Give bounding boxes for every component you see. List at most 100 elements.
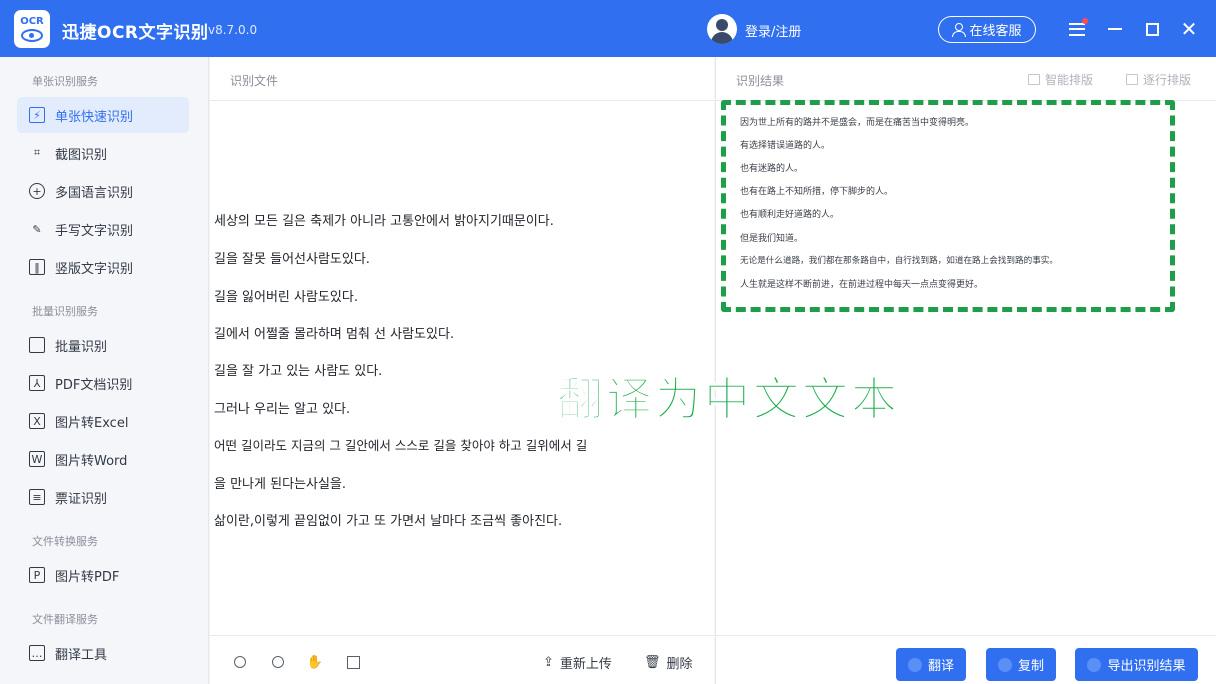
reupload-label: 重新上传 <box>559 657 612 672</box>
pdf-icon: ⅄ <box>29 375 45 391</box>
close-icon[interactable]: ✕ <box>1178 18 1200 40</box>
delete-button[interactable]: 🗑 删除 <box>644 653 693 672</box>
sidebar-item-label: 竖版文字识别 <box>55 261 134 277</box>
result-text-line: 有选择错误道路的人。 <box>740 141 831 151</box>
sidebar-item-batch[interactable]: 批量识别 <box>17 327 189 363</box>
sidebar-item-label: 手写文字识别 <box>55 223 134 239</box>
sidebar-item-label: 翻译工具 <box>55 647 108 663</box>
excel-icon: X <box>29 413 45 429</box>
result-pane-header: 识别结果 智能排版 逐行排版 <box>716 57 1216 101</box>
online-service-label: 在线客服 <box>969 24 1022 39</box>
copy-icon <box>997 657 1012 672</box>
person-icon <box>952 23 967 37</box>
source-text-line: 길을 잘 가고 있는 사람도 있다. <box>214 364 383 379</box>
source-text-line: 그러나 우리는 알고 있다. <box>214 402 351 417</box>
sidebar-item-multilang[interactable]: + 多国语言识别 <box>17 173 189 209</box>
source-text-line: 세상의 모든 길은 축제가 아니라 고통안에서 밝아지기때문이다. <box>214 214 554 229</box>
sidebar-section-translate: 文件翻译服务 <box>32 613 98 626</box>
sidebar-item-to-excel[interactable]: X 图片转Excel <box>17 403 189 439</box>
sidebar-item-to-pdf[interactable]: P 图片转PDF <box>17 557 189 593</box>
export-label: 导出识别结果 <box>1107 659 1186 674</box>
trash-icon: 🗑 <box>644 655 661 670</box>
sidebar-item-label: 图片转Word <box>55 453 128 469</box>
fit-screen-icon[interactable] <box>345 654 361 670</box>
sidebar-item-label: 票证识别 <box>55 491 108 507</box>
translate-icon <box>907 657 922 672</box>
online-service-button[interactable]: 在线客服 <box>938 16 1036 43</box>
source-pane-title: 识别文件 <box>230 74 279 88</box>
lightning-doc-icon: ⚡ <box>29 107 45 123</box>
translate-button[interactable]: 翻译 <box>896 648 966 681</box>
result-toolbar: 翻译 复制 导出识别结果 <box>716 635 1216 684</box>
sidebar-item-label: 单张快速识别 <box>55 109 134 125</box>
typeset-icon <box>1028 74 1040 85</box>
source-text-line: 어떤 길이라도 지금의 그 길안에서 스스로 길을 찾아야 하고 길위에서 길 <box>214 438 588 453</box>
line-typeset-label: 逐行排版 <box>1143 73 1192 87</box>
sidebar-item-to-word[interactable]: W 图片转Word <box>17 441 189 477</box>
source-toolbar: ✋ ⇪ 重新上传 🗑 删除 <box>210 635 714 684</box>
zoom-in-icon[interactable] <box>232 654 248 670</box>
result-text-line: 因为世上所有的路并不是盛会，而是在痛苦当中变得明亮。 <box>740 118 975 128</box>
translate-icon: … <box>29 645 45 661</box>
reupload-button[interactable]: ⇪ 重新上传 <box>543 653 612 672</box>
sidebar-item-handwriting[interactable]: ✎ 手写文字识别 <box>17 211 189 247</box>
sidebar-item-vertical[interactable]: ‖ 竖版文字识别 <box>17 249 189 285</box>
translate-caption: 翻译为中文文本 <box>557 372 900 427</box>
sidebar-item-label: 多国语言识别 <box>55 185 134 201</box>
source-text-line: 삶이란,이렇게 끝임없이 가고 또 가면서 날마다 조금씩 좋아진다. <box>214 514 563 529</box>
menu-icon[interactable] <box>1066 18 1088 40</box>
delete-label: 删除 <box>666 657 693 672</box>
maximize-icon[interactable] <box>1141 18 1163 40</box>
sidebar-item-label: PDF文档识别 <box>55 377 133 393</box>
sidebar-item-translate-tool[interactable]: … 翻译工具 <box>17 635 189 671</box>
word-icon: W <box>29 451 45 467</box>
result-text-line: 人生就是这样不断前进，在前进过程中每天一点点变得更好。 <box>740 280 984 290</box>
sidebar-item-pdf-recognize[interactable]: ⅄ PDF文档识别 <box>17 365 189 401</box>
sidebar-item-label: 截图识别 <box>55 147 108 163</box>
sidebar-section-batch: 批量识别服务 <box>32 305 98 318</box>
smart-typeset-label: 智能排版 <box>1045 73 1094 87</box>
source-text-line: 을 만나게 된다는사실을. <box>214 477 346 492</box>
source-pane-header: 识别文件 <box>210 57 714 101</box>
smart-typeset-button[interactable]: 智能排版 <box>1028 71 1093 88</box>
app-version: v8.7.0.0 <box>208 23 258 37</box>
result-pane-title: 识别结果 <box>736 74 785 88</box>
line-typeset-button[interactable]: 逐行排版 <box>1126 71 1191 88</box>
avatar[interactable] <box>707 14 737 44</box>
hand-icon[interactable]: ✋ <box>307 654 323 670</box>
app-title: 迅捷OCR文字识别 <box>62 23 209 43</box>
sidebar-item-quick-recognize[interactable]: ⚡ 单张快速识别 <box>17 97 189 133</box>
upload-icon: ⇪ <box>543 655 554 670</box>
globe-icon: + <box>29 183 45 199</box>
copy-button[interactable]: 复制 <box>986 648 1056 681</box>
notification-dot <box>1082 18 1088 24</box>
sidebar-item-ticket[interactable]: ≡ 票证识别 <box>17 479 189 515</box>
result-text-line: 也有迷路的人。 <box>740 164 804 174</box>
zoom-out-icon[interactable] <box>270 654 286 670</box>
result-text-line: 也有顺利走好道路的人。 <box>740 210 840 220</box>
export-result-button[interactable]: 导出识别结果 <box>1075 648 1198 681</box>
result-text-line: 但是我们知道。 <box>740 234 804 244</box>
sidebar-item-label: 图片转PDF <box>55 569 120 585</box>
login-link[interactable]: 登录/注册 <box>745 21 801 40</box>
ticket-icon: ≡ <box>29 489 45 505</box>
sidebar-item-screenshot[interactable]: ⌗ 截图识别 <box>17 135 189 171</box>
app-logo-icon: OCR <box>14 10 50 48</box>
sidebar-item-label: 批量识别 <box>55 339 108 355</box>
translate-label: 翻译 <box>927 659 954 674</box>
stack-icon <box>29 337 45 353</box>
sidebar-section-single: 单张识别服务 <box>32 75 98 88</box>
pdf-file-icon: P <box>29 567 45 583</box>
source-text-line: 길을 잃어버린 사람도있다. <box>214 290 358 305</box>
vertical-text-icon: ‖ <box>29 259 45 275</box>
copy-label: 复制 <box>1017 659 1044 674</box>
typeset-icon <box>1126 74 1138 85</box>
export-icon <box>1087 657 1102 672</box>
result-text-line: 也有在路上不知所措，停下脚步的人。 <box>740 187 894 197</box>
app-window: OCR 迅捷OCR文字识别 v8.7.0.0 登录/注册 在线客服 ✕ 单张识别… <box>0 0 1216 684</box>
pen-icon: ✎ <box>32 222 42 236</box>
sidebar: 单张识别服务 ⚡ 单张快速识别 ⌗ 截图识别 + 多国语言识别 ✎ 手写文字识别… <box>0 57 209 684</box>
minimize-icon[interactable] <box>1104 18 1126 40</box>
sidebar-item-label: 图片转Excel <box>55 415 129 431</box>
sidebar-section-convert: 文件转换服务 <box>32 535 98 548</box>
